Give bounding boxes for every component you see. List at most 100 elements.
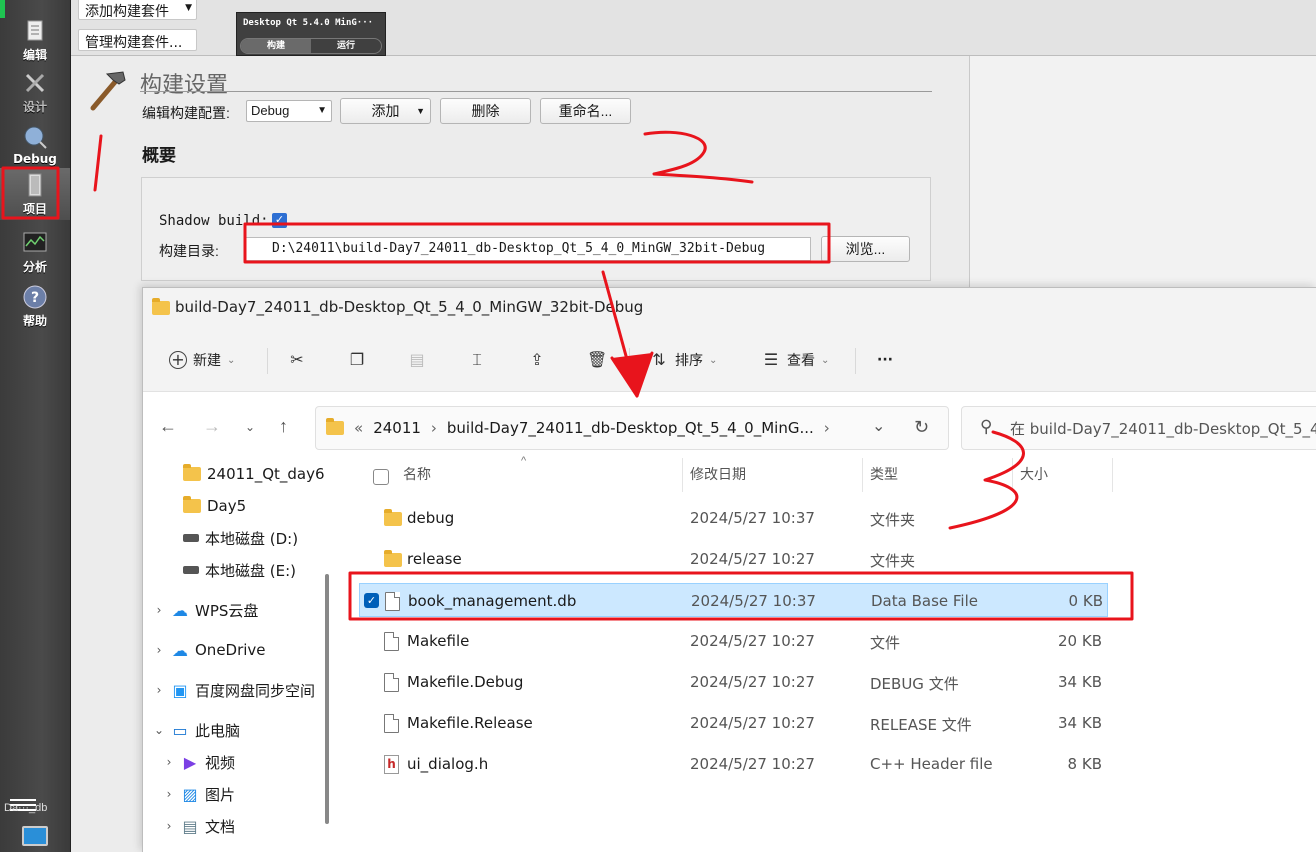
build-dir-label: 构建目录: bbox=[159, 243, 219, 259]
chevron-down-icon: ▼ bbox=[416, 106, 425, 116]
manage-kits-button[interactable]: 管理构建套件... bbox=[78, 29, 197, 51]
column-header-type[interactable]: 类型 bbox=[870, 464, 898, 494]
chevron-right-icon[interactable]: › bbox=[153, 643, 165, 657]
back-arrow-icon[interactable]: ← bbox=[159, 416, 177, 437]
file-row[interactable]: h ui_dialog.h 2024/5/27 10:27 C++ Header fi… bbox=[359, 747, 1108, 781]
divider bbox=[267, 348, 268, 374]
cut-button[interactable]: ✂ bbox=[287, 348, 307, 372]
sidebar-item[interactable]: › ☁ WPS云盘 bbox=[143, 596, 336, 624]
monitor-icon[interactable] bbox=[22, 826, 48, 846]
sidebar-item[interactable]: › ▣ 百度网盘同步空间 bbox=[143, 676, 336, 704]
select-all-checkbox[interactable] bbox=[373, 469, 389, 485]
tab-run[interactable]: 运行 bbox=[311, 39, 381, 53]
column-divider[interactable] bbox=[1112, 458, 1113, 492]
chevron-right-icon[interactable]: › bbox=[163, 755, 175, 769]
header-file-icon: h bbox=[384, 755, 399, 774]
sort-up-icon: ^ bbox=[521, 455, 527, 467]
sidebar-item[interactable]: › ▶ 视频 bbox=[143, 748, 336, 776]
mode-label: 编辑 bbox=[22, 48, 47, 62]
chevron-down-icon[interactable]: ⌄ bbox=[153, 723, 165, 737]
breadcrumb-overflow[interactable]: « bbox=[354, 419, 363, 437]
rename-icon: ⌶ bbox=[472, 350, 482, 369]
explorer-titlebar[interactable]: build-Day7_24011_db-Desktop_Qt_5_4_0_Min… bbox=[143, 288, 1316, 328]
window-title: build-Day7_24011_db-Desktop_Qt_5_4_0_Min… bbox=[175, 298, 644, 316]
file-type: 文件夹 bbox=[870, 552, 916, 570]
file-date: 2024/5/27 10:27 bbox=[690, 550, 815, 568]
rename-config-button[interactable]: 重命名... bbox=[540, 98, 631, 124]
file-name: release bbox=[407, 550, 462, 568]
column-divider[interactable] bbox=[682, 458, 683, 492]
sidebar-item[interactable]: › ▤ 文档 bbox=[143, 812, 336, 840]
build-dir-field[interactable]: D:\24011\build-Day7_24011_db-Desktop_Qt_… bbox=[245, 237, 811, 261]
delete-config-button[interactable]: 删除 bbox=[440, 98, 531, 124]
column-divider[interactable] bbox=[1012, 458, 1013, 492]
refresh-icon[interactable]: ↻ bbox=[914, 417, 929, 438]
breadcrumb-24011[interactable]: 24011 bbox=[373, 419, 421, 437]
file-row[interactable]: Makefile.Debug 2024/5/27 10:27 DEBUG 文件 34 … bbox=[359, 665, 1108, 699]
sidebar-item[interactable]: 24011_Qt_day6 bbox=[143, 460, 336, 488]
kit-selector[interactable]: Desktop Qt 5.4.0 MinG··· 构建 运行 bbox=[236, 12, 386, 56]
sidebar-item[interactable]: Day5 bbox=[143, 492, 336, 520]
chevron-down-icon: ▼ bbox=[185, 3, 192, 13]
search-icon: ⚲ bbox=[980, 417, 993, 437]
address-bar[interactable]: « 24011 › build-Day7_24011_db-Desktop_Qt… bbox=[315, 406, 949, 450]
breadcrumb-separator: › bbox=[823, 419, 830, 437]
divider bbox=[855, 348, 856, 374]
paste-button[interactable]: ▤ bbox=[407, 348, 427, 372]
mode-design[interactable]: 设计 bbox=[0, 66, 70, 118]
add-config-button[interactable]: 添加 ▼ bbox=[340, 98, 431, 124]
chevron-down-icon[interactable]: ⌄ bbox=[872, 416, 885, 435]
mode-edit[interactable]: 编辑 bbox=[0, 14, 70, 66]
mode-project[interactable]: 项目 bbox=[0, 168, 70, 220]
shadow-build-checkbox[interactable]: ✓ bbox=[272, 213, 287, 228]
title-divider bbox=[140, 91, 932, 92]
tab-build[interactable]: 构建 bbox=[241, 39, 311, 53]
file-row[interactable]: debug 2024/5/27 10:37 文件夹 bbox=[359, 501, 1108, 535]
new-button[interactable]: + 新建 ⌄ bbox=[169, 348, 235, 372]
kit-tabs: 构建 运行 bbox=[240, 38, 382, 54]
more-button[interactable]: ··· bbox=[877, 348, 893, 372]
chevron-right-icon[interactable]: › bbox=[163, 787, 175, 801]
chevron-right-icon[interactable]: › bbox=[163, 819, 175, 833]
explorer-command-bar: + 新建 ⌄ ✂ ❐ ▤ ⌶ ⇪ 🗑 ⇅ 排序 ⌄ ☰ 查看 ⌄ ··· bbox=[143, 328, 1316, 392]
file-row[interactable]: Makefile 2024/5/27 10:27 文件 20 KB bbox=[359, 624, 1108, 658]
breadcrumb-build-folder[interactable]: build-Day7_24011_db-Desktop_Qt_5_4_0_Min… bbox=[447, 419, 814, 437]
sidebar-item[interactable]: › ☁ OneDrive bbox=[143, 636, 336, 664]
search-input[interactable]: ⚲ 在 build-Day7_24011_db-Desktop_Qt_5_4_0… bbox=[961, 406, 1316, 450]
file-row[interactable]: Makefile.Release 2024/5/27 10:27 RELEASE 文… bbox=[359, 706, 1108, 740]
sidebar-item[interactable]: ⌄ ▭ 此电脑 bbox=[143, 716, 336, 744]
sidebar-item[interactable]: 本地磁盘 (E:) bbox=[143, 556, 336, 584]
forward-arrow-icon[interactable]: → bbox=[203, 416, 221, 437]
up-arrow-icon[interactable]: ↑ bbox=[279, 416, 288, 437]
column-header-date[interactable]: 修改日期 bbox=[690, 464, 746, 494]
mode-help[interactable]: ? 帮助 bbox=[0, 280, 70, 332]
mode-analyze[interactable]: 分析 bbox=[0, 226, 70, 278]
rename-button[interactable]: ⌶ bbox=[467, 348, 487, 372]
browse-button[interactable]: 浏览... bbox=[821, 236, 910, 262]
sort-button[interactable]: ⇅ 排序 ⌄ bbox=[649, 348, 717, 372]
recent-chevron-icon[interactable]: ⌄ bbox=[245, 420, 255, 434]
chevron-right-icon[interactable]: › bbox=[153, 603, 165, 617]
computer-icon: ▭ bbox=[172, 720, 188, 740]
drive-icon bbox=[183, 534, 199, 542]
column-header-name[interactable]: 名称 bbox=[403, 464, 431, 494]
delete-button[interactable]: 🗑 bbox=[587, 348, 607, 372]
row-checkbox[interactable]: ✓ bbox=[364, 593, 379, 608]
config-combo[interactable]: Debug ▼ bbox=[246, 100, 332, 122]
sidebar-item[interactable]: › ▨ 图片 bbox=[143, 780, 336, 808]
view-button[interactable]: ☰ 查看 ⌄ bbox=[761, 348, 830, 372]
mode-debug[interactable]: Debug bbox=[0, 120, 70, 172]
project-selector-label[interactable]: Da···_db bbox=[4, 802, 47, 814]
copy-button[interactable]: ❐ bbox=[347, 348, 367, 372]
sidebar-item-label: 文档 bbox=[205, 817, 236, 836]
add-kit-button[interactable]: 添加构建套件 ▼ bbox=[78, 0, 197, 20]
svg-text:?: ? bbox=[31, 290, 39, 306]
column-header-size[interactable]: 大小 bbox=[1020, 464, 1048, 494]
chevron-right-icon[interactable]: › bbox=[153, 683, 165, 697]
file-row[interactable]: release 2024/5/27 10:27 文件夹 bbox=[359, 542, 1108, 576]
sidebar-item[interactable]: 本地磁盘 (D:) bbox=[143, 524, 336, 552]
file-row[interactable]: ✓ book_management.db 2024/5/27 10:37 Data B… bbox=[359, 583, 1108, 617]
share-button[interactable]: ⇪ bbox=[527, 348, 547, 372]
sidebar-item-label: 此电脑 bbox=[195, 721, 241, 740]
column-divider[interactable] bbox=[862, 458, 863, 492]
